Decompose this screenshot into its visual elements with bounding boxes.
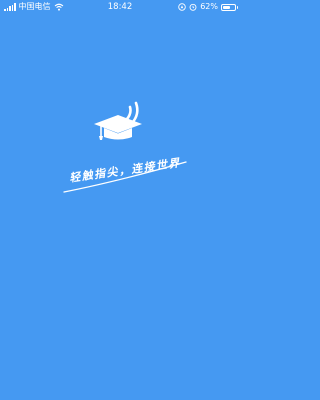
status-bar: 中国电信 18:42 62% (0, 0, 240, 14)
graduation-cap-wifi-icon (94, 101, 142, 140)
slogan-block: 轻触指尖，连接世界 (60, 148, 190, 200)
battery-icon (221, 3, 238, 11)
location-icon (178, 3, 186, 11)
battery-percent: 62% (200, 2, 218, 11)
battery-level-fill (223, 5, 230, 9)
status-right: 62% (178, 0, 238, 14)
alarm-icon (189, 3, 197, 11)
